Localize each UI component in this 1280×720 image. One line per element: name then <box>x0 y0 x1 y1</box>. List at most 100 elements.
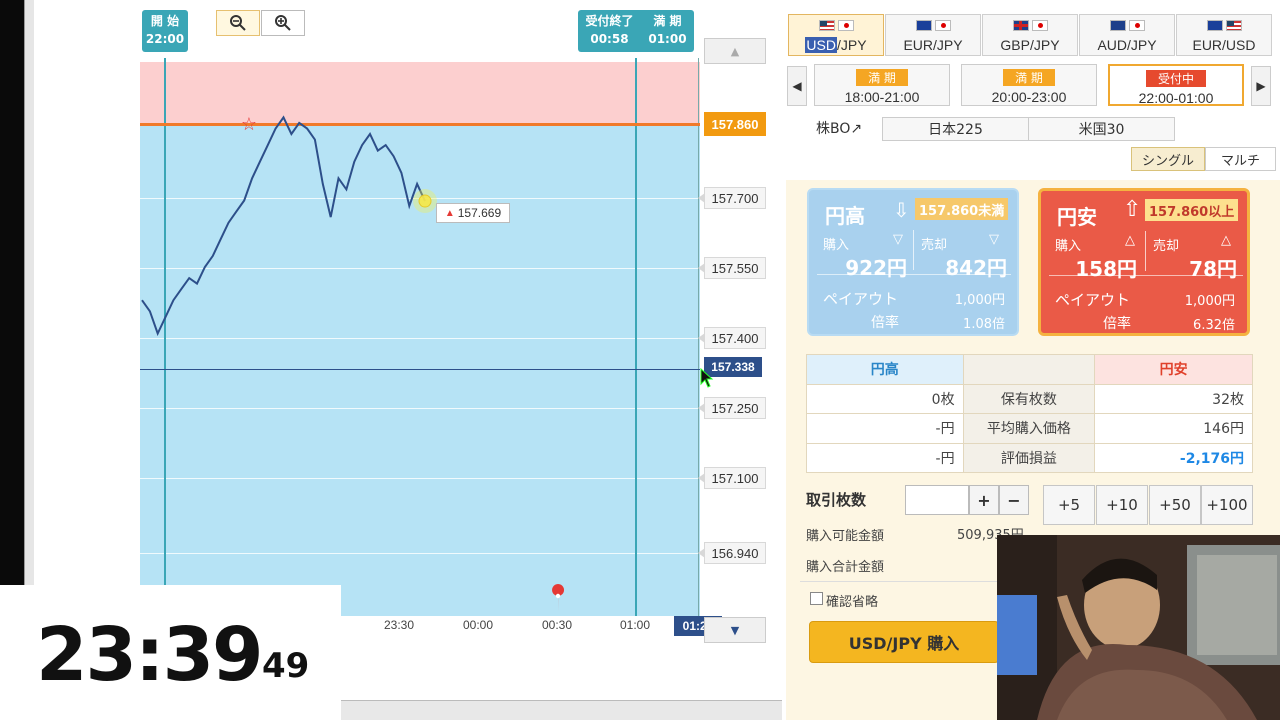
mode-single-button[interactable]: シングル <box>1131 147 1205 171</box>
table-row: -円 評価損益 -2,176円 <box>806 442 1253 473</box>
buy-price: 922円 <box>845 256 907 280</box>
cell-low: 32枚 <box>1094 383 1253 414</box>
add-50-button[interactable]: +50 <box>1149 485 1201 525</box>
card-condition: 157.860以上 <box>1145 199 1239 221</box>
payout-value: 1,000円 <box>954 293 1005 308</box>
au-flag-icon <box>1109 20 1126 31</box>
total-label: 購入合計金額 <box>806 560 885 575</box>
x-tick-label: 23:30 <box>384 618 415 632</box>
scroll-up-button[interactable]: ▲ <box>704 38 766 64</box>
divider <box>817 274 1011 275</box>
y-tick-label: 157.250 <box>698 397 766 419</box>
zoom-out-icon <box>230 15 246 31</box>
quantity-plus-button[interactable]: + <box>969 485 999 515</box>
price-chart-svg: ☆ <box>141 114 565 612</box>
payout-label: ペイアウト <box>1055 291 1131 309</box>
period-badge: 受付中 <box>1145 70 1206 87</box>
period-next-button[interactable]: ▶ <box>1251 66 1271 106</box>
jp-flag-icon <box>934 20 951 31</box>
scroll-down-button[interactable]: ▼ <box>704 617 766 643</box>
triangle-up-icon: △ <box>1221 233 1231 248</box>
table-header-row: 円高 円安 <box>806 354 1253 385</box>
stock-bo-link[interactable]: 株BO↗ <box>816 118 862 138</box>
card-title: 円高 <box>825 204 865 228</box>
jp-flag-icon <box>1128 20 1145 31</box>
triangle-down-icon: ▽ <box>989 232 999 247</box>
arrow-up-icon: ⇧ <box>1123 197 1142 222</box>
zoom-out-button[interactable] <box>216 10 260 36</box>
mode-multi-button[interactable]: マルチ <box>1205 147 1276 171</box>
divider <box>1049 275 1243 276</box>
cell-low-pnl: -2,176円 <box>1094 442 1253 473</box>
pair-tab-gbpjpy[interactable]: GBP/JPY <box>982 14 1078 56</box>
webcam-overlay <box>997 535 1280 720</box>
eu-flag-icon <box>1206 20 1223 31</box>
available-label: 購入可能金額 <box>806 529 885 544</box>
cell-low: 146円 <box>1094 413 1253 444</box>
rate-value: 6.32倍 <box>1193 318 1235 333</box>
triangle-up-icon: △ <box>1125 233 1135 248</box>
jp-flag-icon <box>1031 20 1048 31</box>
index-tab-nikkei[interactable]: 日本225 <box>882 117 1029 141</box>
start-time: 22:00 <box>145 32 185 46</box>
confirm-skip-label: 確認省略 <box>826 595 879 610</box>
clock-seconds: 49 <box>262 646 310 686</box>
add-10-button[interactable]: +10 <box>1096 485 1148 525</box>
period-tab[interactable]: 満 期 18:00-21:00 <box>814 64 950 106</box>
table-row: 0枚 保有枚数 32枚 <box>806 383 1253 414</box>
gb-flag-icon <box>1012 20 1029 31</box>
zoom-in-icon <box>275 15 291 31</box>
divider <box>800 581 1000 582</box>
pin-icon <box>552 584 565 612</box>
divider <box>913 230 914 270</box>
pair-tab-usdjpy[interactable]: USD/JPY <box>788 14 884 56</box>
card-condition: 157.860未満 <box>915 198 1009 220</box>
x-tick-label: 00:00 <box>463 618 494 632</box>
add-5-button[interactable]: +5 <box>1043 485 1095 525</box>
positions-table: 円高 円安 0枚 保有枚数 32枚 -円 平均購入価格 146円 -円 評価損益… <box>806 354 1253 473</box>
chevron-left-icon: ◀ <box>792 79 802 93</box>
y-tick-label: 157.100 <box>698 467 766 489</box>
period-prev-button[interactable]: ◀ <box>787 66 807 106</box>
low-option-card[interactable]: 円安 ⇧ 157.860以上 購入 △ 売却 △ 158円 78円 ペイアウト … <box>1038 188 1250 336</box>
clock-time: 23:39 <box>36 612 264 698</box>
eu-flag-icon <box>915 20 932 31</box>
period-time: 18:00-21:00 <box>844 89 920 105</box>
period-tab[interactable]: 満 期 20:00-23:00 <box>961 64 1097 106</box>
quantity-label: 取引枚数 <box>806 491 867 509</box>
rate-label: 倍率 <box>871 315 899 331</box>
divider <box>1145 231 1146 271</box>
expiry-time: 01:00 <box>648 32 687 46</box>
confirm-skip-checkbox[interactable] <box>810 592 823 605</box>
mouse-cursor-icon <box>700 368 714 388</box>
pair-tab-eurusd[interactable]: EUR/USD <box>1176 14 1272 56</box>
pair-label: AUD/JPY <box>1097 37 1157 53</box>
close-expiry-box: 受付終了 00:58 満 期 01:00 <box>578 10 694 52</box>
expiry-label: 満 期 <box>653 14 682 28</box>
high-option-card[interactable]: 円高 ⇩ 157.860未満 購入 ▽ 売却 ▽ 922円 842円 ペイアウト… <box>807 188 1019 336</box>
x-tick-label: 00:30 <box>542 618 573 632</box>
add-100-button[interactable]: +100 <box>1201 485 1253 525</box>
sell-price: 78円 <box>1189 257 1237 281</box>
cell-high: 0枚 <box>806 383 964 414</box>
cell-high: -円 <box>806 442 964 473</box>
index-tab-dow[interactable]: 米国30 <box>1028 117 1175 141</box>
period-time: 22:00-01:00 <box>1138 90 1214 106</box>
header-low: 円安 <box>1094 354 1253 385</box>
quantity-input[interactable] <box>905 485 969 515</box>
triangle-down-icon: ▽ <box>893 232 903 247</box>
pair-tab-audjpy[interactable]: AUD/JPY <box>1079 14 1175 56</box>
zoom-in-button[interactable] <box>261 10 305 36</box>
current-price-glow <box>413 189 437 214</box>
chevron-down-icon: ▼ <box>730 623 740 637</box>
quantity-minus-button[interactable]: − <box>999 485 1029 515</box>
price-callout: ▲ 157.669 <box>436 203 510 223</box>
header-blank <box>962 354 1096 385</box>
period-tab-active[interactable]: 受付中 22:00-01:00 <box>1108 64 1244 106</box>
pair-tab-eurjpy[interactable]: EUR/JPY <box>885 14 981 56</box>
buy-button[interactable]: USD/JPY 購入 <box>809 621 999 663</box>
webcam-image <box>997 535 1280 720</box>
buy-label: 購入 <box>823 238 850 253</box>
x-tick-label: 01:00 <box>620 618 651 632</box>
period-time: 20:00-23:00 <box>991 89 1067 105</box>
